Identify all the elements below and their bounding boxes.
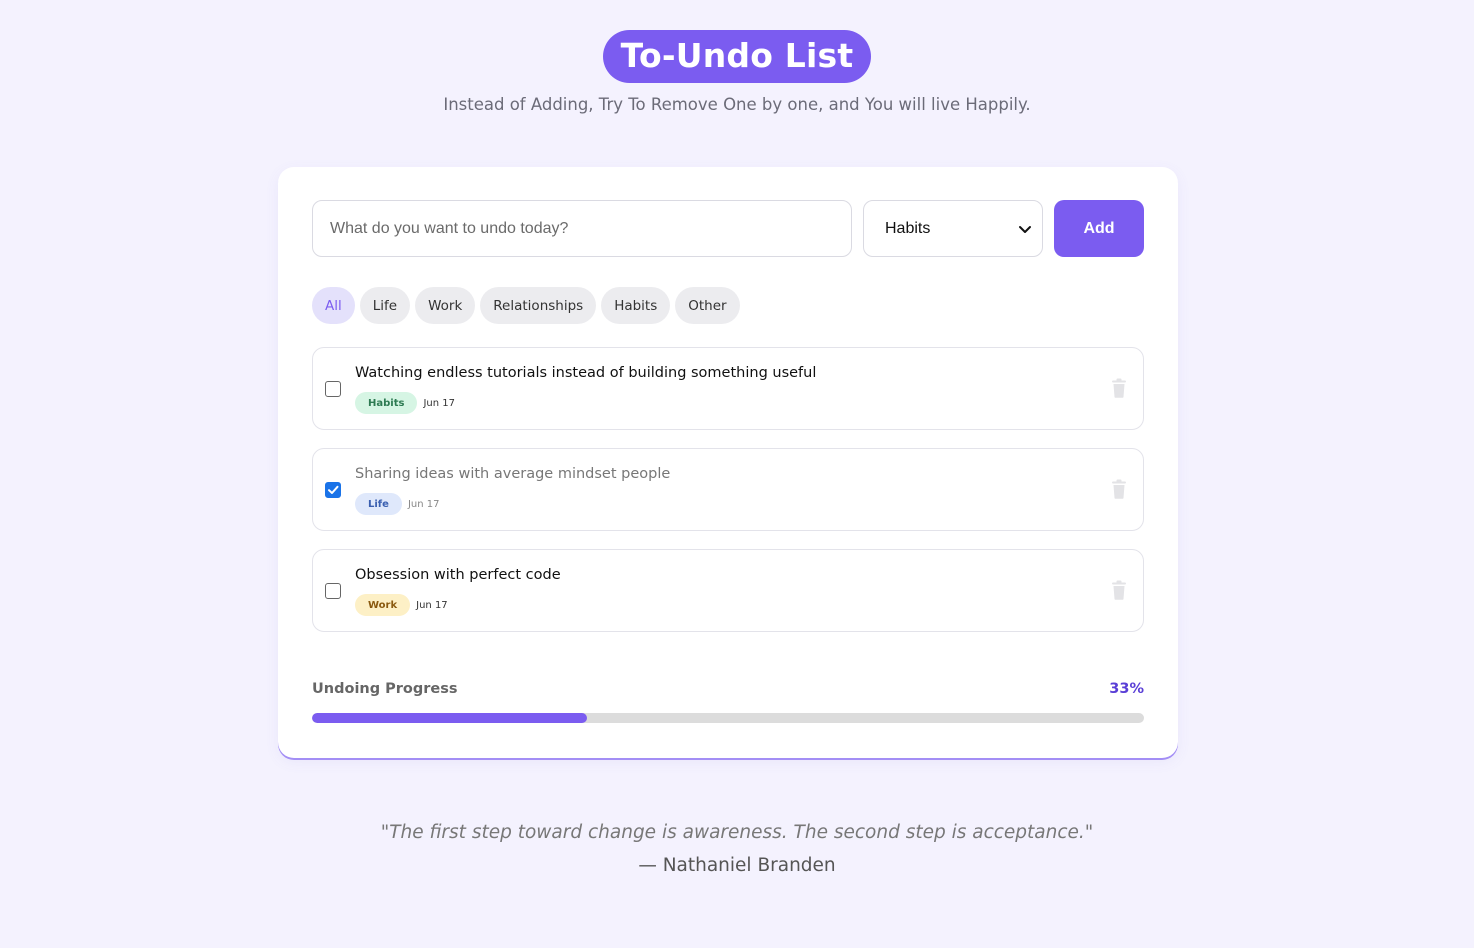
task-item: Obsession with perfect code Work Jun 17: [312, 549, 1144, 632]
task-meta: Habits Jun 17: [355, 392, 455, 414]
chevron-down-icon: [1019, 226, 1031, 233]
checkmark-icon: [328, 485, 339, 494]
task-checkbox[interactable]: [325, 583, 341, 599]
trash-icon[interactable]: [1111, 479, 1127, 499]
category-select-value: Habits: [885, 219, 931, 237]
filter-life[interactable]: Life: [359, 287, 411, 324]
progress-label: Undoing Progress: [312, 681, 458, 697]
add-button[interactable]: Add: [1054, 200, 1144, 257]
progress-bar-fill: [312, 713, 587, 723]
category-tag: Work: [355, 594, 411, 616]
page-header: To-Undo List Instead of Adding, Try To R…: [0, 0, 1474, 114]
progress-bar: [312, 713, 1144, 723]
task-text: Watching endless tutorials instead of bu…: [355, 365, 817, 381]
filter-all[interactable]: All: [312, 287, 355, 324]
category-select[interactable]: Habits: [863, 200, 1043, 257]
task-text: Sharing ideas with average mindset peopl…: [355, 466, 671, 482]
trash-icon[interactable]: [1111, 580, 1127, 600]
trash-icon[interactable]: [1111, 378, 1127, 398]
category-tag: Life: [355, 493, 402, 515]
category-tag: Habits: [355, 392, 418, 414]
filter-work[interactable]: Work: [415, 287, 476, 324]
progress-percent: 33%: [1109, 681, 1144, 697]
add-task-form: Habits Add: [312, 200, 1144, 257]
filter-habits[interactable]: Habits: [601, 287, 671, 324]
task-text: Obsession with perfect code: [355, 567, 561, 583]
task-item: Sharing ideas with average mindset peopl…: [312, 448, 1144, 531]
filter-bar: All Life Work Relationships Habits Other: [312, 287, 740, 324]
task-item: Watching endless tutorials instead of bu…: [312, 347, 1144, 430]
page-subtitle: Instead of Adding, Try To Remove One by …: [443, 95, 1031, 114]
task-list: Watching endless tutorials instead of bu…: [312, 347, 1144, 650]
quote-author: — Nathaniel Branden: [638, 855, 836, 876]
filter-other[interactable]: Other: [675, 287, 740, 324]
task-checkbox[interactable]: [325, 381, 341, 397]
task-date: Jun 17: [416, 599, 448, 611]
page-title: To-Undo List: [602, 30, 872, 83]
filter-relationships[interactable]: Relationships: [480, 287, 597, 324]
task-meta: Work Jun 17: [355, 594, 448, 616]
task-checkbox[interactable]: [325, 482, 341, 498]
task-date: Jun 17: [423, 397, 455, 409]
task-input[interactable]: [312, 200, 852, 257]
todo-card: Habits Add AllLifeWorkRelationshipsHabit…: [278, 167, 1178, 758]
task-date: Jun 17: [407, 498, 440, 510]
task-meta: Life Jun 17: [355, 493, 439, 515]
quote-text: "The first step toward change is awarene…: [380, 822, 1094, 843]
